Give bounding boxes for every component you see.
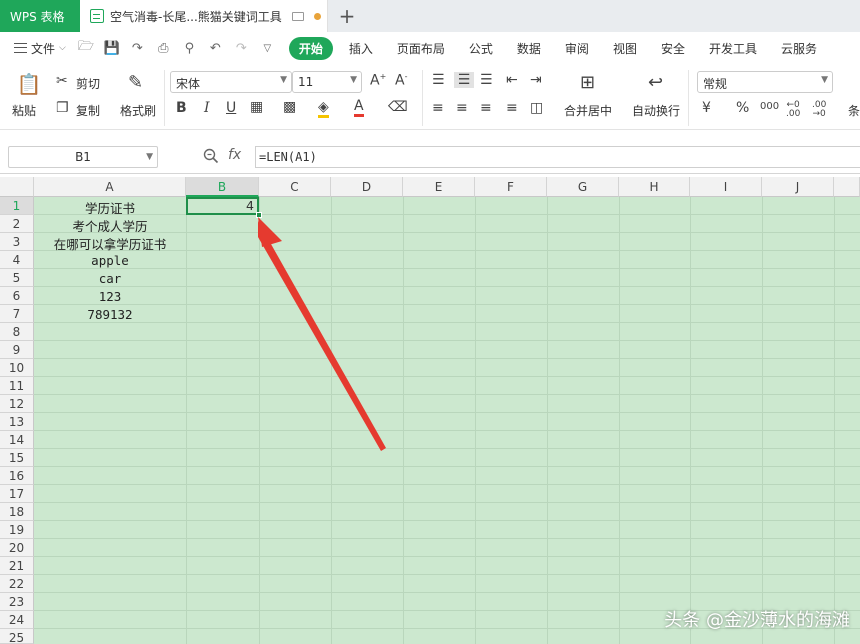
- tab-formulas[interactable]: 公式: [457, 40, 505, 57]
- copy-button[interactable]: 复制: [76, 102, 100, 119]
- tab-view[interactable]: 视图: [601, 40, 649, 57]
- italic-icon[interactable]: I: [204, 100, 210, 116]
- clear-eraser-icon[interactable]: ⌫: [388, 99, 408, 115]
- undo-icon[interactable]: ↶: [208, 41, 223, 56]
- spreadsheet-file-icon: [90, 9, 104, 23]
- file-menu-button[interactable]: 文件 ⌵: [14, 40, 66, 57]
- increase-decimal-icon[interactable]: ←0.00: [786, 101, 800, 119]
- document-tab[interactable]: 空气消毒-长尾...熊猫关键词工具: [80, 0, 328, 32]
- align-left-icon[interactable]: ≡: [432, 100, 444, 116]
- fill-color-icon[interactable]: ◈: [318, 99, 329, 118]
- format-painter-button[interactable]: 格式刷: [120, 102, 156, 119]
- underline-icon[interactable]: U: [226, 100, 236, 116]
- ribbon-toolbar: 📋 粘贴 ✂ 剪切 ❐ 复制 ✎ 格式刷 宋体 ▼ 11 ▼ A+ A- B I U…: [0, 64, 860, 130]
- align-middle-icon[interactable]: ☰: [454, 72, 474, 88]
- divider: [688, 70, 689, 126]
- tab-data[interactable]: 数据: [505, 40, 553, 57]
- justify-icon[interactable]: ≡: [506, 100, 518, 116]
- app-label: WPS 表格: [10, 9, 65, 24]
- bold-icon[interactable]: B: [176, 100, 187, 116]
- scissors-icon: ✂: [56, 73, 68, 89]
- print-icon[interactable]: ⎙: [156, 41, 171, 56]
- ribbon-tabs: 开始 插入 页面布局 公式 数据 审阅 视图 安全 开发工具 云服务: [288, 36, 829, 60]
- menu-bar: 文件 ⌵ 🗁 💾 ↷ ⎙ ⚲ ↶ ↷ ▽ 开始 插入 页面布局 公式 数据 审阅…: [0, 32, 860, 64]
- formula-input[interactable]: =LEN(A1): [255, 146, 860, 168]
- conditional-format-button[interactable]: 条: [848, 102, 860, 119]
- increase-indent-icon[interactable]: ⇥: [530, 72, 542, 88]
- print-preview-icon[interactable]: ⚲: [182, 41, 197, 56]
- decrease-indent-icon[interactable]: ⇤: [506, 72, 518, 88]
- divider: [422, 70, 423, 126]
- currency-icon[interactable]: ¥: [702, 100, 711, 116]
- formula-bar: B1 ▼ fx =LEN(A1): [0, 140, 860, 174]
- hamburger-icon: [14, 43, 27, 53]
- document-title: 空气消毒-长尾...熊猫关键词工具: [110, 9, 282, 24]
- title-bar: WPS 表格 空气消毒-长尾...熊猫关键词工具 +: [0, 0, 860, 32]
- wrap-text-icon: ↩: [648, 72, 664, 93]
- divider: [164, 70, 165, 126]
- watermark-text: 头条 @金沙薄水的海滩: [664, 610, 850, 631]
- new-tab-button[interactable]: +: [328, 0, 366, 32]
- tab-home[interactable]: 开始: [288, 36, 333, 60]
- paste-icon[interactable]: 📋: [16, 72, 42, 96]
- decrease-decimal-icon[interactable]: .00 →0: [812, 101, 826, 119]
- save-icon[interactable]: 💾: [104, 41, 120, 56]
- tab-review[interactable]: 审阅: [553, 40, 601, 57]
- tab-cloud[interactable]: 云服务: [769, 40, 829, 57]
- more-dropdown-icon[interactable]: ▽: [260, 43, 275, 54]
- tab-developer[interactable]: 开发工具: [697, 40, 769, 57]
- export-icon[interactable]: ↷: [130, 41, 145, 56]
- percent-icon[interactable]: %: [736, 100, 749, 116]
- unsaved-dot-icon: [314, 12, 321, 20]
- align-bottom-icon[interactable]: ☰: [480, 72, 493, 88]
- fx-button[interactable]: fx: [228, 147, 241, 163]
- thousands-icon[interactable]: 000: [760, 101, 779, 112]
- decrease-font-icon[interactable]: A-: [395, 72, 407, 89]
- increase-font-icon[interactable]: A+: [370, 72, 386, 89]
- copy-icon: ❐: [56, 100, 69, 116]
- annotation-arrow: [258, 217, 386, 451]
- app-tab[interactable]: WPS 表格: [0, 0, 80, 32]
- zoom-icon[interactable]: [203, 148, 219, 164]
- file-menu-label: 文件: [31, 41, 56, 56]
- align-right-icon[interactable]: ≡: [480, 100, 492, 116]
- paste-button[interactable]: 粘贴: [12, 102, 36, 119]
- merge-center-button[interactable]: 合并居中: [564, 102, 612, 119]
- worksheet[interactable]: A B C D E F G H I J 1 2 3 4 5 6 7 8 9 10…: [0, 177, 860, 644]
- merge-center-icon: ⊞: [580, 72, 596, 93]
- wrap-text-button[interactable]: 自动换行: [632, 102, 680, 119]
- distributed-icon[interactable]: ◫: [530, 100, 543, 116]
- font-size-select[interactable]: 11 ▼: [292, 71, 362, 93]
- open-folder-icon[interactable]: 🗁: [78, 37, 94, 59]
- number-format-select[interactable]: 常规 ▼: [697, 71, 833, 93]
- redo-icon[interactable]: ↷: [234, 41, 249, 56]
- fill-pattern-icon[interactable]: ▩: [283, 99, 296, 115]
- format-painter-icon: ✎: [128, 72, 144, 93]
- window-icon[interactable]: [292, 11, 304, 21]
- align-top-icon[interactable]: ☰: [432, 72, 445, 88]
- tab-page-layout[interactable]: 页面布局: [385, 40, 457, 57]
- quick-access-toolbar: 🗁 💾 ↷ ⎙ ⚲ ↶ ↷ ▽: [78, 37, 275, 59]
- tab-security[interactable]: 安全: [649, 40, 697, 57]
- chevron-down-icon: ⌵: [59, 43, 66, 53]
- borders-icon[interactable]: ▦: [250, 99, 263, 115]
- font-color-icon[interactable]: A: [354, 98, 364, 117]
- tab-insert[interactable]: 插入: [337, 40, 385, 57]
- name-box[interactable]: B1 ▼: [8, 146, 158, 168]
- cut-button[interactable]: 剪切: [76, 75, 100, 92]
- align-center-icon[interactable]: ≡: [456, 100, 468, 116]
- font-name-select[interactable]: 宋体 ▼: [170, 71, 292, 93]
